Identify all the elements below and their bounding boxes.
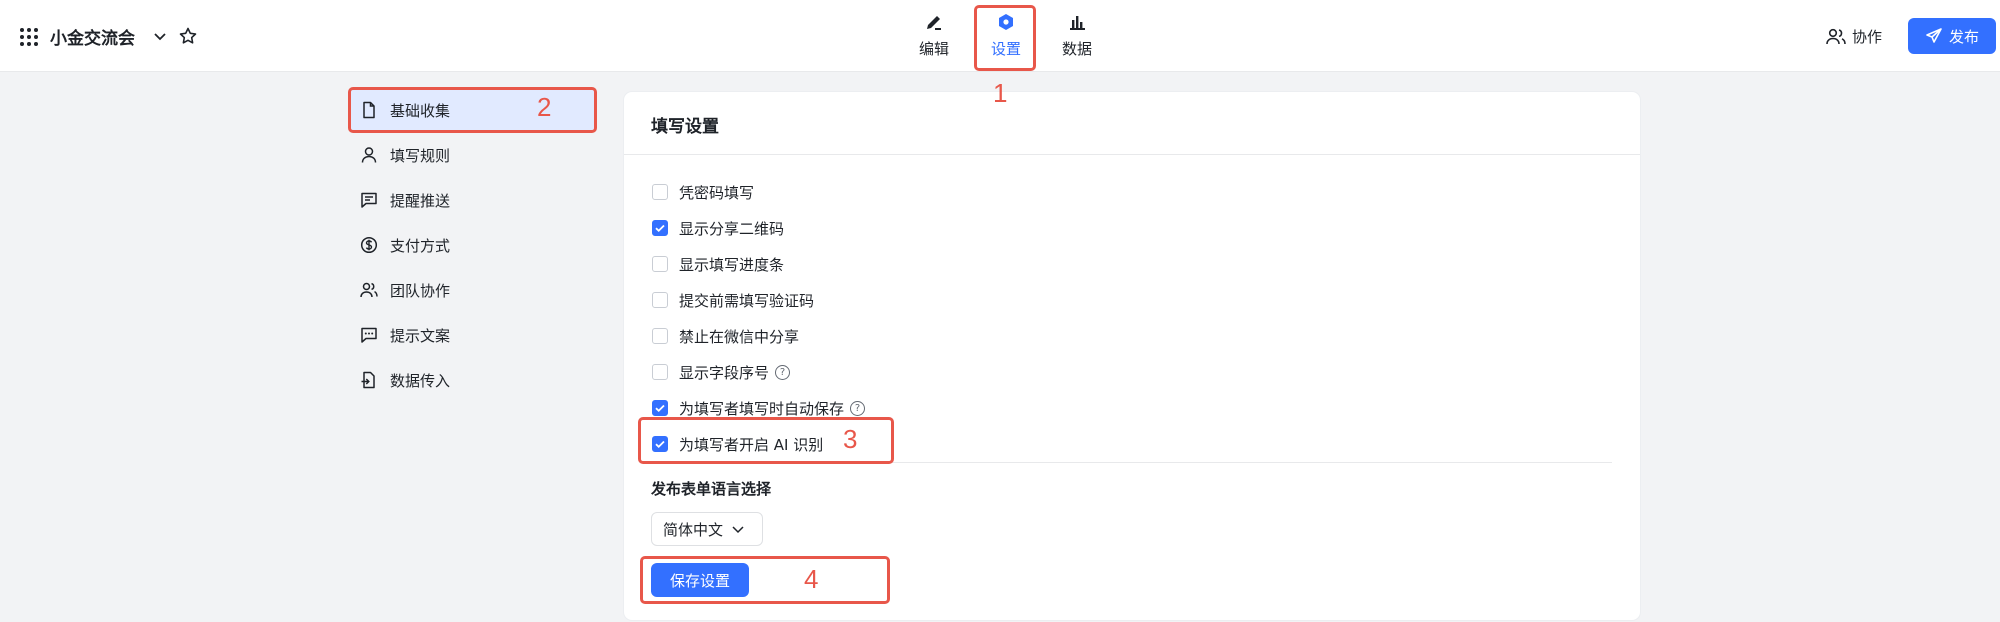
divider: [624, 154, 1640, 155]
language-value: 简体中文: [663, 520, 724, 539]
sidebar-item-label: 填写规则: [390, 146, 451, 165]
option-label: 显示分享二维码: [679, 219, 785, 238]
checkbox[interactable]: [652, 364, 668, 380]
checkbox-checked[interactable]: [652, 400, 668, 416]
sidebar-item-label: 支付方式: [390, 236, 451, 255]
option-label: 禁止在微信中分享: [679, 327, 800, 346]
option-show-share-qrcode[interactable]: 显示分享二维码: [652, 210, 865, 246]
sidebar-item-reminders[interactable]: 提醒推送: [350, 178, 596, 222]
dollar-icon: [360, 236, 378, 254]
settings-sidebar: 基础收集 填写规则 提醒推送 支付方式 团队协作 提示文案 数据传入: [350, 88, 596, 403]
sidebar-item-label: 提醒推送: [390, 191, 451, 210]
sidebar-item-label: 提示文案: [390, 326, 451, 345]
checkbox[interactable]: [652, 328, 668, 344]
highlight-box-save-button: [640, 556, 890, 604]
chevron-down-icon: [732, 526, 744, 534]
tab-data[interactable]: 数据: [1049, 12, 1105, 66]
highlight-box-sidebar-item: [348, 87, 597, 133]
option-label: 提交前需填写验证码: [679, 291, 815, 310]
annotation-number: 3: [843, 424, 858, 454]
publish-label: 发布: [1948, 27, 1979, 46]
sidebar-item-prompt-text[interactable]: 提示文案: [350, 313, 596, 357]
checkmark-icon: [655, 224, 665, 233]
option-progress-bar[interactable]: 显示填写进度条: [652, 246, 865, 282]
option-password-fill[interactable]: 凭密码填写: [652, 174, 865, 210]
checkbox[interactable]: [652, 184, 668, 200]
option-label: 为填写者填写时自动保存: [679, 399, 845, 418]
panel-title: 填写设置: [651, 117, 719, 137]
fill-settings-panel: 填写设置 凭密码填写 显示分享二维码 显示填写进度条 提交前需填写验证码 禁止在…: [624, 92, 1640, 620]
comment-icon: [361, 327, 377, 343]
checkbox-checked[interactable]: [652, 220, 668, 236]
help-icon[interactable]: ?: [850, 400, 866, 416]
message-icon: [361, 192, 377, 208]
users-icon: [360, 282, 378, 298]
tab-edit[interactable]: 编辑: [906, 12, 962, 66]
checkbox[interactable]: [652, 256, 668, 272]
option-field-numbers[interactable]: 显示字段序号 ?: [652, 354, 865, 390]
chevron-down-icon[interactable]: [152, 28, 168, 44]
checkmark-icon: [655, 404, 665, 413]
star-icon[interactable]: [178, 26, 198, 46]
send-icon: [1926, 28, 1942, 43]
option-label: 显示字段序号: [679, 363, 770, 382]
app-title: 小金交流会: [50, 29, 135, 49]
collab-label: 协作: [1852, 28, 1883, 46]
tab-label: 编辑: [918, 40, 949, 58]
sidebar-item-label: 团队协作: [390, 281, 451, 300]
language-select[interactable]: 简体中文: [651, 512, 763, 546]
language-section-title: 发布表单语言选择: [651, 480, 772, 498]
annotation-number: 4: [804, 564, 819, 594]
option-label: 凭密码填写: [679, 183, 755, 202]
user-icon: [361, 147, 377, 163]
checkbox[interactable]: [652, 292, 668, 308]
option-label: 显示填写进度条: [679, 255, 785, 274]
tab-label: 数据: [1061, 40, 1092, 58]
sidebar-item-label: 数据传入: [390, 371, 451, 390]
sidebar-item-fill-rules[interactable]: 填写规则: [350, 133, 596, 177]
annotation-number: 2: [537, 92, 552, 122]
bar-chart-icon: [1070, 16, 1085, 30]
help-icon[interactable]: ?: [775, 364, 791, 380]
sidebar-item-team-collab[interactable]: 团队协作: [350, 268, 596, 312]
pen-icon: [927, 16, 941, 30]
apps-grid-icon[interactable]: [20, 28, 38, 46]
annotation-number: 1: [993, 78, 1008, 108]
highlight-box-settings-tab: [974, 5, 1036, 71]
option-captcha[interactable]: 提交前需填写验证码: [652, 282, 865, 318]
collab-button[interactable]: 协作: [1826, 26, 1882, 47]
sidebar-item-payment[interactable]: 支付方式: [350, 223, 596, 267]
option-disable-wechat-share[interactable]: 禁止在微信中分享: [652, 318, 865, 354]
import-icon: [361, 371, 375, 389]
publish-button[interactable]: 发布: [1908, 18, 1996, 54]
users-icon: [1826, 28, 1846, 44]
sidebar-item-data-import[interactable]: 数据传入: [350, 358, 596, 402]
